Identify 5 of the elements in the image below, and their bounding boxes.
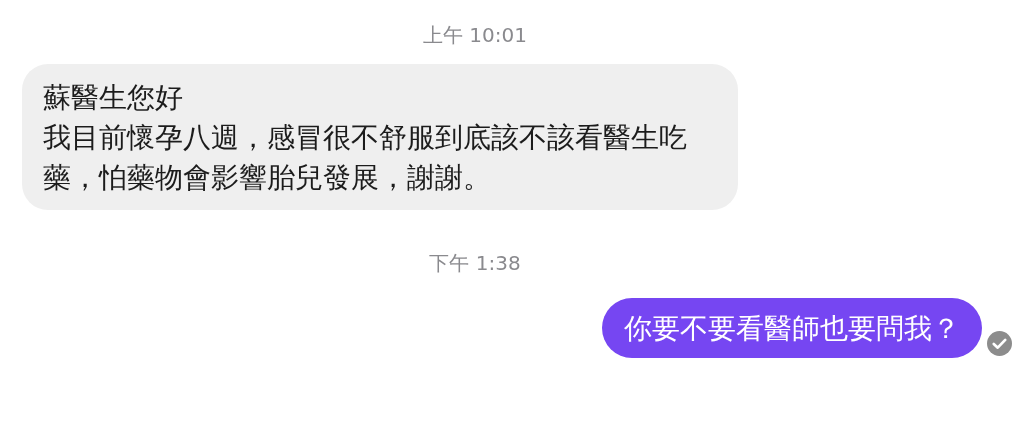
timestamp: 下午 1:38 [429, 250, 521, 277]
message-text: 我目前懷孕八週，感冒很不舒服到底該不該看醫生吃藥，怕藥物會影響胎兒發展，謝謝。 [43, 120, 688, 195]
message-text: 你要不要看醫師也要問我？ [624, 311, 960, 346]
message-text: 蘇醫生您好 [43, 80, 184, 115]
timestamp: 上午 10:01 [423, 22, 527, 49]
